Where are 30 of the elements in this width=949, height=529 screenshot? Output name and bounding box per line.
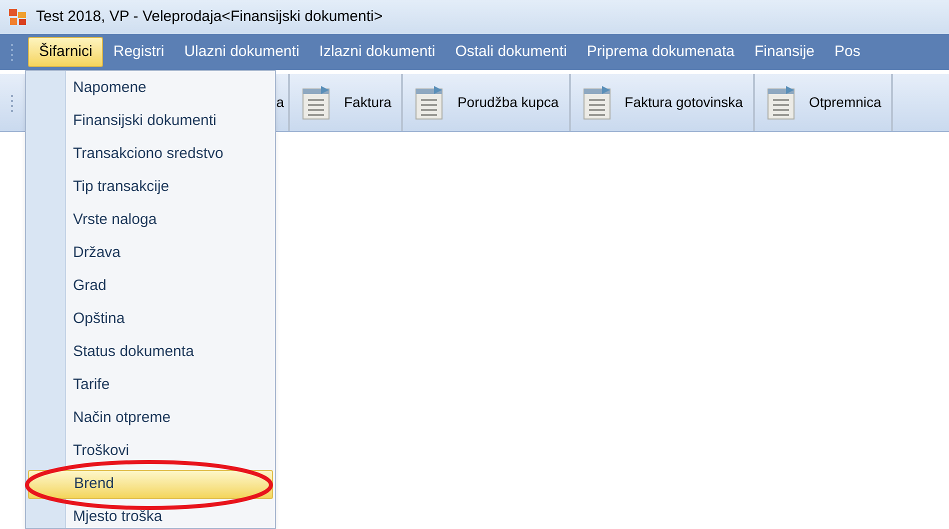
dropdown-item[interactable]: Tarife xyxy=(28,371,273,400)
dropdown-item[interactable]: Napomene xyxy=(28,74,273,103)
menu-item[interactable]: Ulazni dokumenti xyxy=(174,37,310,67)
menu-item[interactable]: Izlazni dokumenti xyxy=(309,37,446,67)
toolbar-button[interactable]: Faktura gotovinska xyxy=(570,74,755,131)
dropdown-item[interactable]: Transakciono sredstvo xyxy=(28,140,273,169)
grip-icon xyxy=(10,42,14,62)
menu-item[interactable]: Pos xyxy=(824,37,870,67)
menu-item[interactable]: Registri xyxy=(103,37,174,67)
menu-item[interactable]: Priprema dokumenata xyxy=(576,37,744,67)
dropdown-item[interactable]: Opština xyxy=(28,305,273,334)
dropdown-item[interactable]: Država xyxy=(28,239,273,268)
toolbar-button[interactable]: Porudžba kupca xyxy=(403,74,571,131)
menu-item[interactable]: Šifarnici xyxy=(28,37,104,67)
toolbar-button[interactable]: Otpremnica xyxy=(754,74,894,131)
menu-item[interactable]: Finansije xyxy=(744,37,825,67)
dropdown-item[interactable]: Status dokumenta xyxy=(28,338,273,367)
dropdown-item[interactable]: Troškovi xyxy=(28,437,273,466)
dropdown-item[interactable]: Brend xyxy=(28,470,273,499)
window-title: Test 2018, VP - Veleprodaja<Finansijski dokumenti> xyxy=(36,6,383,27)
dropdown-item[interactable]: Grad xyxy=(28,272,273,301)
dropdown-item[interactable]: Tip transakcije xyxy=(28,173,273,202)
app-icon xyxy=(8,7,28,27)
dropdown-item[interactable]: Finansijski dokumenti xyxy=(28,107,273,136)
dropdown-item[interactable]: Mjesto troška xyxy=(28,503,273,529)
dropdown-item[interactable]: Način otpreme xyxy=(28,404,273,433)
menu-item[interactable]: Ostali dokumenti xyxy=(445,37,577,67)
dropdown-item[interactable]: Vrste naloga xyxy=(28,206,273,235)
grip-icon xyxy=(10,92,14,112)
toolbar-button[interactable]: Faktura xyxy=(290,74,404,131)
